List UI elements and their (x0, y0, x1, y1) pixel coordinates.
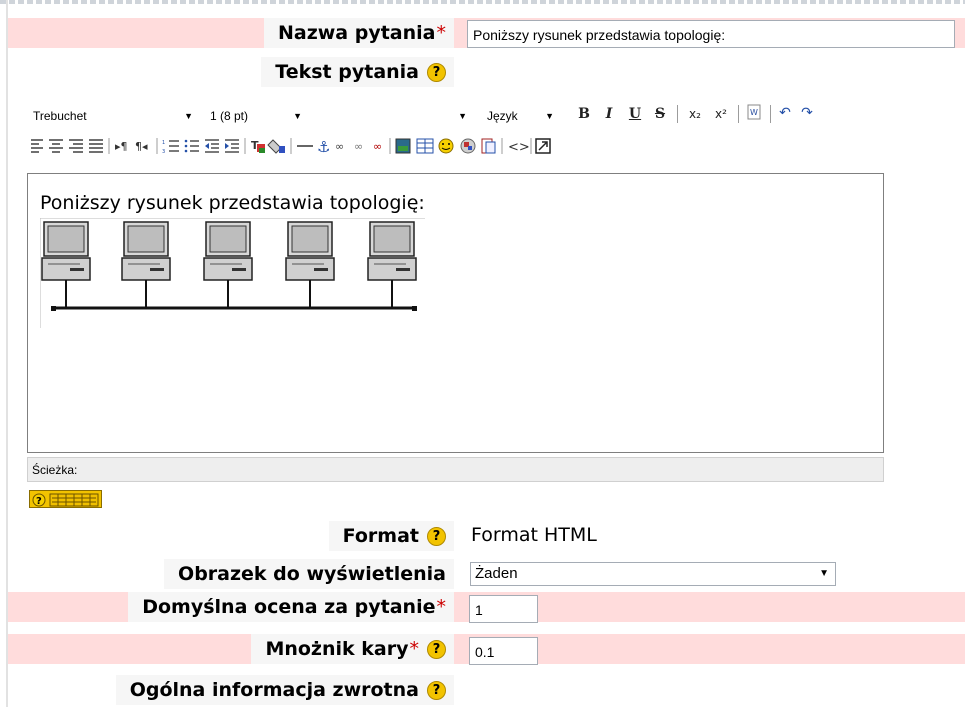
toolbar-separator (770, 105, 771, 123)
align-right-icon[interactable] (69, 139, 83, 153)
svg-text:?: ? (36, 496, 42, 507)
chevron-down-icon: ▼ (458, 111, 467, 121)
default-grade-input[interactable]: 1 (469, 595, 538, 623)
indent-icon[interactable] (225, 139, 239, 153)
heading-select[interactable]: ▼ (315, 106, 473, 126)
align-left-icon[interactable] (31, 139, 43, 153)
justify-icon[interactable] (89, 139, 103, 153)
paste-word-icon[interactable] (481, 138, 496, 154)
anchor-icon[interactable]: ⚓ (317, 138, 330, 156)
chevron-down-icon: ▼ (293, 111, 302, 121)
penalty-factor-input[interactable]: 0.1 (469, 637, 538, 665)
required-marker: * (436, 596, 447, 618)
svg-text:1: 1 (162, 140, 165, 146)
keyboard-shortcuts-help-icon[interactable]: ? (29, 490, 102, 508)
help-icon[interactable]: ? (427, 527, 446, 546)
smiley-icon[interactable] (438, 138, 454, 154)
top-border (0, 0, 965, 4)
nolink-icon[interactable]: ∞ (373, 140, 382, 153)
bold-button[interactable]: B (575, 104, 593, 124)
general-feedback-row: Ogólna informacja zwrotna? (8, 675, 965, 705)
question-text-row: Tekst pytania? (8, 57, 965, 87)
editor-content-text: Poniższy rysunek przedstawia topologię: (40, 192, 425, 214)
insert-table-icon[interactable] (416, 138, 434, 154)
editor-path-bar: Ścieżka: (27, 457, 884, 482)
text-color-icon[interactable]: T (251, 139, 265, 153)
fullscreen-icon[interactable] (535, 138, 551, 154)
image-display-select[interactable]: Żaden ▼ (470, 562, 836, 586)
language-select[interactable]: Język ▼ (481, 106, 560, 126)
toolbar-separator (738, 105, 739, 123)
required-marker: * (436, 22, 447, 44)
help-icon[interactable]: ? (427, 640, 446, 659)
general-feedback-label: Ogólna informacja zwrotna? (115, 675, 454, 705)
help-icon[interactable]: ? (427, 63, 446, 82)
format-label: Format? (328, 521, 454, 551)
path-label: Ścieżka: (32, 463, 78, 477)
chevron-down-icon: ▼ (184, 111, 193, 121)
svg-text:3: 3 (162, 149, 165, 155)
undo-button[interactable]: ↶ (776, 103, 794, 123)
rtl-icon[interactable]: ¶◂ (135, 140, 148, 153)
chevron-down-icon: ▼ (819, 568, 829, 579)
background-color-icon[interactable] (267, 139, 285, 154)
image-display-label: Obrazek do wyświetlenia (164, 559, 454, 589)
html-source-icon[interactable]: <> (508, 140, 530, 155)
help-icon[interactable]: ? (427, 681, 446, 700)
unordered-list-icon[interactable] (184, 139, 199, 153)
link-icon[interactable]: ∞ (335, 140, 344, 153)
bus-topology-diagram (40, 218, 425, 328)
font-size-select[interactable]: 1 (8 pt) ▼ (204, 106, 308, 126)
superscript-button[interactable]: x² (710, 104, 732, 124)
clean-word-icon[interactable]: W (744, 104, 764, 124)
subscript-button[interactable]: x₂ (684, 104, 706, 124)
ltr-icon[interactable]: ▸¶ (115, 140, 128, 153)
question-name-label: Nazwa pytania* (263, 18, 454, 48)
unlink-icon[interactable]: ∞ (354, 140, 363, 153)
insert-image-icon[interactable] (395, 138, 411, 154)
align-center-icon[interactable] (49, 139, 63, 153)
question-name-input[interactable]: Poniższy rysunek przedstawia topologię: (467, 20, 955, 48)
format-value: Format HTML (471, 524, 597, 546)
redo-button[interactable]: ↷ (798, 103, 816, 123)
ordered-list-icon[interactable]: 13 (162, 140, 179, 155)
required-marker: * (409, 638, 420, 660)
question-text-label: Tekst pytania? (261, 57, 454, 87)
outdent-icon[interactable] (205, 139, 219, 153)
italic-button[interactable]: I (600, 104, 618, 124)
strikethrough-button[interactable]: S (651, 104, 669, 124)
editor-content-area[interactable]: Poniższy rysunek przedstawia topologię: (27, 173, 884, 453)
penalty-factor-label: Mnożnik kary*? (251, 634, 454, 664)
chevron-down-icon: ▼ (545, 111, 554, 121)
toolbar-separator (677, 105, 678, 123)
toolbar-row2-icons: ▸¶ ¶◂ 13 T ⚓ ∞ ∞ ∞ <> (31, 138, 551, 156)
special-char-icon[interactable] (460, 138, 476, 154)
default-grade-label: Domyślna ocena za pytanie* (128, 592, 454, 622)
underline-button[interactable]: U (626, 104, 644, 124)
font-family-select[interactable]: Trebuchet ▼ (27, 106, 199, 126)
svg-text:W: W (750, 108, 758, 117)
